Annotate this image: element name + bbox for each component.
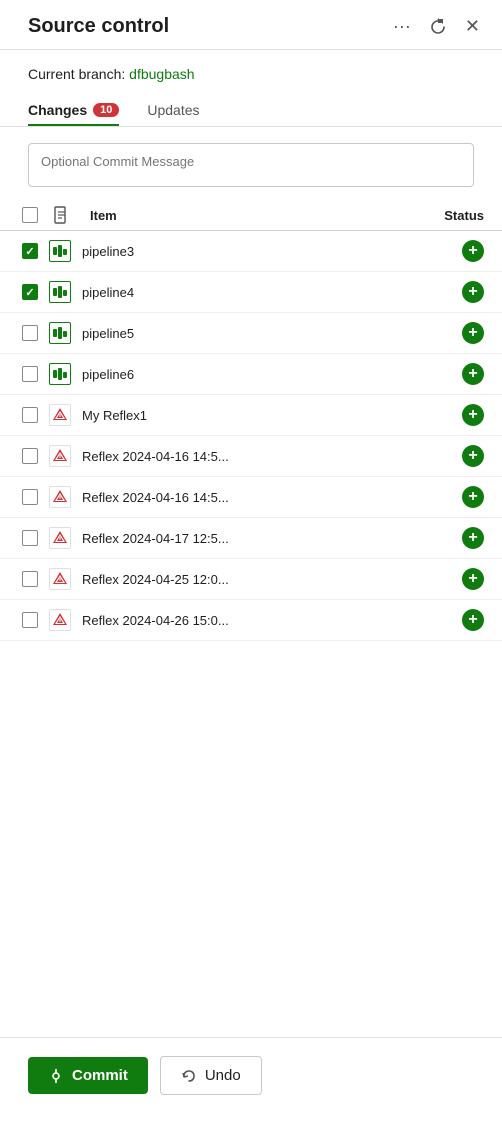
header: Source control ··· ✕ <box>0 0 502 50</box>
table-header: Item Status <box>0 198 502 231</box>
file-name: Reflex 2024-04-16 14:5... <box>82 490 454 505</box>
reflex-file-icon <box>49 404 71 426</box>
tab-changes-label: Changes <box>28 102 87 118</box>
file-name: pipeline4 <box>82 285 454 300</box>
commit-icon <box>48 1068 64 1084</box>
tab-changes[interactable]: Changes 10 <box>28 94 119 126</box>
pipeline-file-icon <box>49 322 71 344</box>
file-name: Reflex 2024-04-17 12:5... <box>82 531 454 546</box>
header-checkbox[interactable] <box>22 207 38 223</box>
file-checkbox-9[interactable] <box>22 571 38 587</box>
status-badge: + <box>462 609 484 631</box>
reflex-file-icon <box>49 568 71 590</box>
status-badge: + <box>462 568 484 590</box>
file-checkbox-2[interactable] <box>22 284 38 300</box>
status-badge: + <box>462 240 484 262</box>
status-badge: + <box>462 486 484 508</box>
file-name: pipeline6 <box>82 367 454 382</box>
pipeline-icon <box>46 322 74 344</box>
reflex-file-icon <box>49 527 71 549</box>
reflex-icon <box>46 568 74 590</box>
changes-badge: 10 <box>93 103 119 117</box>
reflex-icon <box>46 404 74 426</box>
reflex-icon <box>46 609 74 631</box>
file-checkbox-8[interactable] <box>22 530 38 546</box>
file-name: Reflex 2024-04-25 12:0... <box>82 572 454 587</box>
status-badge: + <box>462 445 484 467</box>
undo-icon <box>181 1068 197 1084</box>
select-all-checkbox[interactable] <box>22 207 46 223</box>
file-name: Reflex 2024-04-26 15:0... <box>82 613 454 628</box>
tabs-bar: Changes 10 Updates <box>0 94 502 127</box>
file-checkbox-7[interactable] <box>22 489 38 505</box>
undo-button[interactable]: Undo <box>160 1056 262 1095</box>
item-column-header: Item <box>90 208 416 223</box>
tab-updates[interactable]: Updates <box>147 94 199 126</box>
status-badge: + <box>462 322 484 344</box>
tab-updates-label: Updates <box>147 102 199 118</box>
list-item: My Reflex1 + <box>0 395 502 436</box>
commit-label: Commit <box>72 1067 128 1084</box>
reflex-file-icon <box>49 445 71 467</box>
list-item: pipeline6 + <box>0 354 502 395</box>
close-icon: ✕ <box>465 16 480 36</box>
undo-label: Undo <box>205 1067 241 1084</box>
commit-button[interactable]: Commit <box>28 1057 148 1094</box>
reflex-icon <box>46 445 74 467</box>
panel-title: Source control <box>28 15 389 38</box>
list-item: Reflex 2024-04-17 12:5... + <box>0 518 502 559</box>
pipeline-icon <box>46 363 74 385</box>
reflex-file-icon <box>49 609 71 631</box>
pipeline-icon <box>46 240 74 262</box>
file-checkbox-3[interactable] <box>22 325 38 341</box>
status-badge: + <box>462 363 484 385</box>
list-item: Reflex 2024-04-16 14:5... + <box>0 477 502 518</box>
pipeline-file-icon <box>49 281 71 303</box>
file-checkbox-5[interactable] <box>22 407 38 423</box>
footer: Commit Undo <box>0 1037 502 1123</box>
file-checkbox-6[interactable] <box>22 448 38 464</box>
file-name: pipeline5 <box>82 326 454 341</box>
branch-name: dfbugbash <box>129 66 194 82</box>
status-badge: + <box>462 281 484 303</box>
reflex-file-icon <box>49 486 71 508</box>
status-column-header: Status <box>424 208 484 223</box>
file-name: pipeline3 <box>82 244 454 259</box>
pipeline-icon <box>46 281 74 303</box>
reflex-icon <box>46 527 74 549</box>
pipeline-file-icon <box>49 240 71 262</box>
more-icon: ··· <box>393 16 411 36</box>
list-item: Reflex 2024-04-26 15:0... + <box>0 600 502 641</box>
more-button[interactable]: ··· <box>389 14 415 39</box>
branch-section: Current branch: dfbugbash <box>0 50 502 90</box>
status-badge: + <box>462 404 484 426</box>
file-checkbox-1[interactable] <box>22 243 38 259</box>
list-item: Reflex 2024-04-16 14:5... + <box>0 436 502 477</box>
status-badge: + <box>462 527 484 549</box>
list-item: pipeline4 + <box>0 272 502 313</box>
reflex-icon <box>46 486 74 508</box>
commit-message-input[interactable] <box>28 143 474 187</box>
file-checkbox-10[interactable] <box>22 612 38 628</box>
list-item: pipeline5 + <box>0 313 502 354</box>
branch-label: Current branch: <box>28 66 125 82</box>
refresh-button[interactable] <box>425 16 451 38</box>
file-icon-header <box>54 206 82 224</box>
source-control-panel: Source control ··· ✕ Current branch: <box>0 0 502 1123</box>
file-list: pipeline3 + pipeline4 + pipeline5 + <box>0 231 502 1037</box>
header-icons: ··· ✕ <box>389 14 484 39</box>
file-checkbox-4[interactable] <box>22 366 38 382</box>
refresh-icon <box>429 18 447 36</box>
file-name: Reflex 2024-04-16 14:5... <box>82 449 454 464</box>
list-item: Reflex 2024-04-25 12:0... + <box>0 559 502 600</box>
close-button[interactable]: ✕ <box>461 14 484 39</box>
file-name: My Reflex1 <box>82 408 454 423</box>
pipeline-file-icon <box>49 363 71 385</box>
list-item: pipeline3 + <box>0 231 502 272</box>
commit-message-section <box>0 127 502 198</box>
